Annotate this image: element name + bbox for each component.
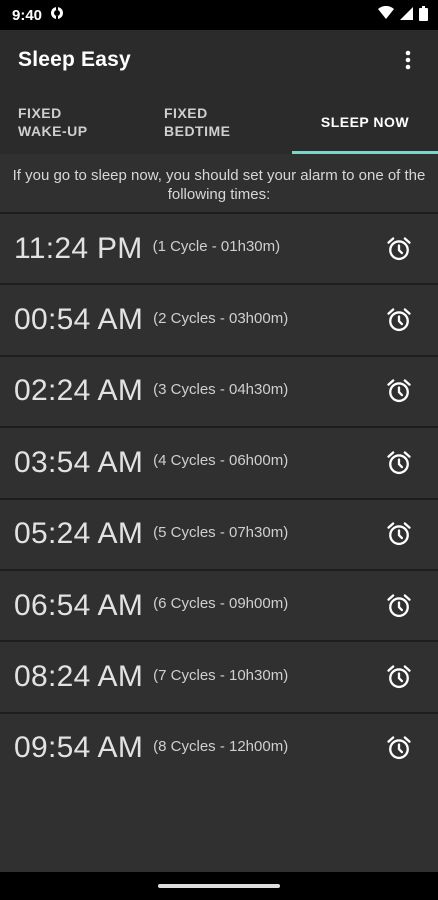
cycle-info: (5 Cycles - 07h30m) <box>153 523 289 541</box>
alarm-times-list: 11:24 PM (1 Cycle - 01h30m) 00:54 AM (2 … <box>0 212 438 783</box>
wifi-icon <box>378 5 394 24</box>
alarm-clock-icon[interactable] <box>384 733 414 763</box>
intro-text: If you go to sleep now, you should set y… <box>12 167 426 203</box>
alarm-time: 05:24 AM <box>14 517 144 551</box>
tab-label-line1: FIXED <box>18 105 62 121</box>
status-time: 9:40 <box>12 6 43 24</box>
cycle-info: (2 Cycles - 03h00m) <box>153 309 289 327</box>
notification-app-icon <box>50 6 64 24</box>
alarm-clock-icon[interactable] <box>384 662 414 692</box>
alarm-time: 03:54 AM <box>14 445 144 479</box>
alarm-clock-icon[interactable] <box>384 376 414 406</box>
alarm-clock-icon[interactable] <box>384 519 414 549</box>
cycle-info: (8 Cycles - 12h00m) <box>153 737 289 755</box>
list-item[interactable]: 05:24 AM (5 Cycles - 07h30m) <box>0 497 438 569</box>
alarm-time: 02:24 AM <box>14 374 144 408</box>
status-bar: 9:40 <box>0 0 438 30</box>
alarm-time: 08:24 AM <box>14 660 144 694</box>
more-vert-icon[interactable] <box>396 40 420 80</box>
system-nav-bar <box>0 872 438 900</box>
tab-fixed-bedtime[interactable]: FIXED BEDTIME <box>146 90 292 154</box>
alarm-clock-icon[interactable] <box>384 305 414 335</box>
alarm-clock-icon[interactable] <box>384 234 414 264</box>
tab-label-line1: FIXED <box>164 105 208 121</box>
list-item[interactable]: 02:24 AM (3 Cycles - 04h30m) <box>0 354 438 426</box>
alarm-time: 09:54 AM <box>14 731 144 765</box>
alarm-time: 11:24 PM <box>14 231 143 265</box>
tab-label: SLEEP NOW <box>320 114 410 130</box>
alarm-time: 00:54 AM <box>14 303 144 337</box>
list-item[interactable]: 11:24 PM (1 Cycle - 01h30m) <box>0 212 438 283</box>
tab-fixed-wake-up[interactable]: FIXED WAKE-UP <box>0 90 146 154</box>
battery-icon <box>419 5 428 25</box>
app-bar: Sleep Easy <box>0 30 438 90</box>
gesture-handle[interactable] <box>158 884 280 888</box>
alarm-clock-icon[interactable] <box>384 591 414 621</box>
cycle-info: (7 Cycles - 10h30m) <box>153 666 289 684</box>
alarm-clock-icon[interactable] <box>384 448 414 478</box>
tab-bar: FIXED WAKE-UP FIXED BEDTIME SLEEP NOW <box>0 90 438 154</box>
cycle-info: (4 Cycles - 06h00m) <box>153 452 289 470</box>
app-title: Sleep Easy <box>18 48 131 71</box>
list-item[interactable]: 09:54 AM (8 Cycles - 12h00m) <box>0 711 438 783</box>
tab-sleep-now[interactable]: SLEEP NOW <box>292 90 438 154</box>
list-item[interactable]: 03:54 AM (4 Cycles - 06h00m) <box>0 426 438 497</box>
tab-label-line2: WAKE-UP <box>18 123 88 139</box>
list-item[interactable]: 06:54 AM (6 Cycles - 09h00m) <box>0 568 438 640</box>
tab-label-line2: BEDTIME <box>164 123 231 139</box>
cell-signal-icon <box>400 6 413 24</box>
cycle-info: (3 Cycles - 04h30m) <box>153 380 289 398</box>
cycle-info: (6 Cycles - 09h00m) <box>153 595 289 613</box>
list-item[interactable]: 08:24 AM (7 Cycles - 10h30m) <box>0 640 438 711</box>
cycle-info: (1 Cycle - 01h30m) <box>152 238 281 256</box>
sleep-now-panel: If you go to sleep now, you should set y… <box>0 154 438 872</box>
list-item[interactable]: 00:54 AM (2 Cycles - 03h00m) <box>0 283 438 354</box>
alarm-time: 06:54 AM <box>14 588 144 622</box>
